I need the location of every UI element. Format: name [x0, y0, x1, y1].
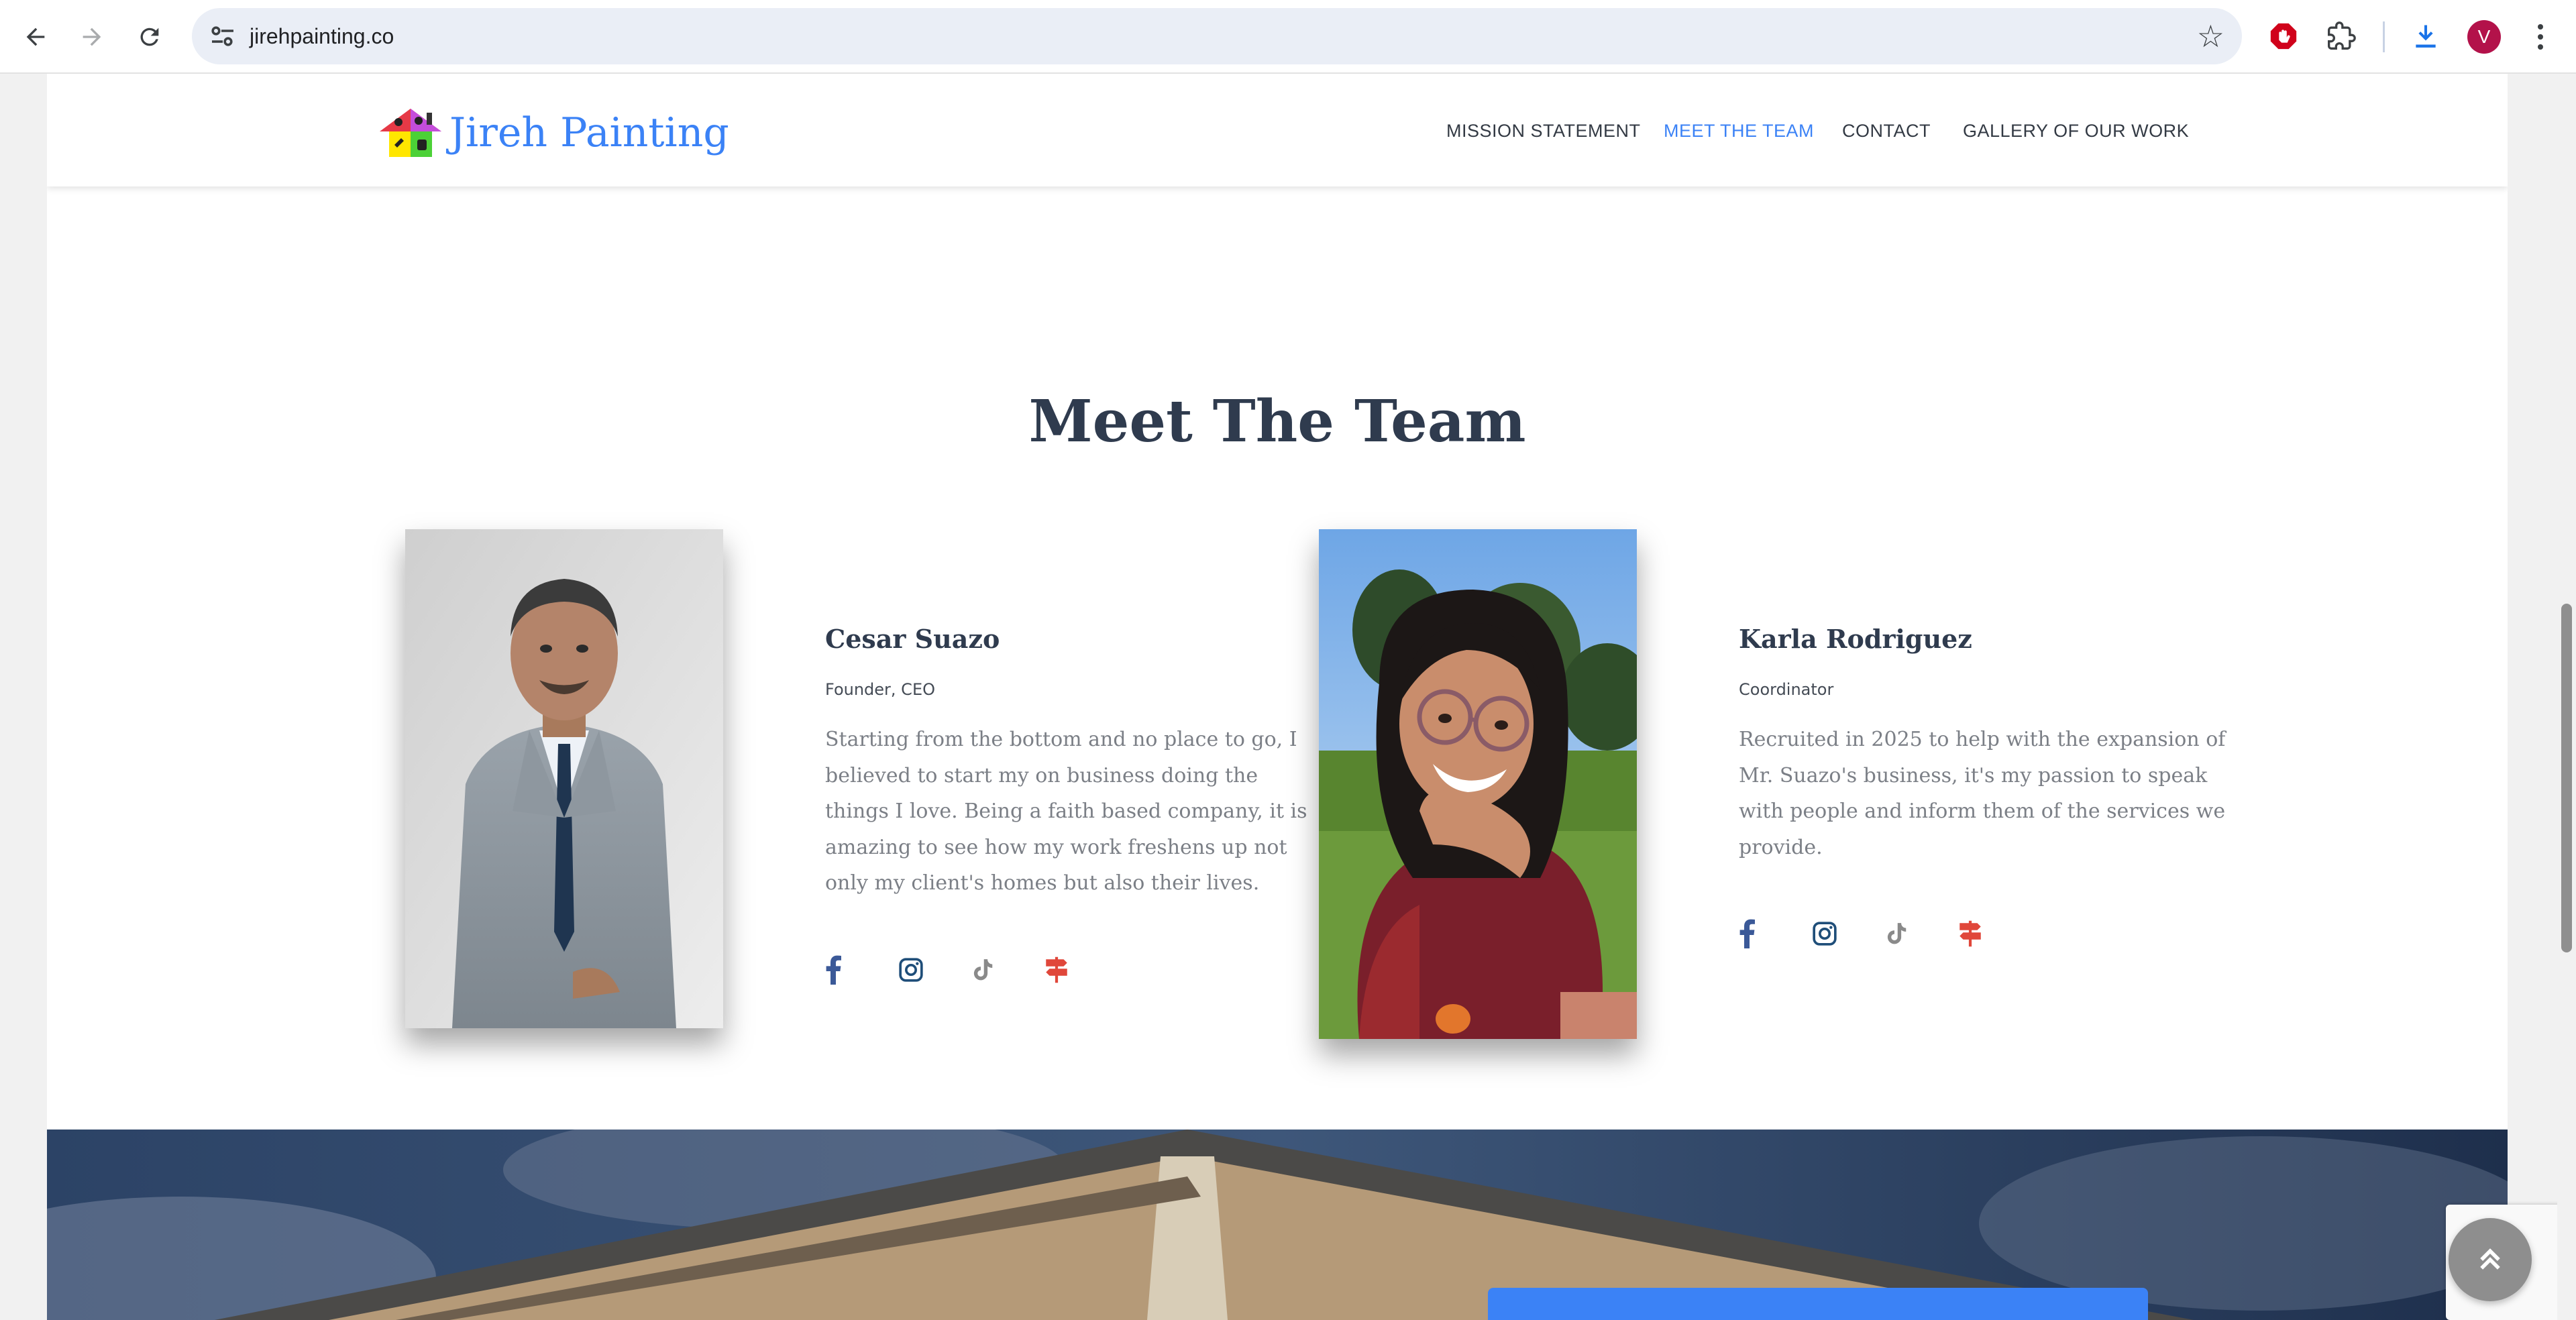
nav-mission-statement[interactable]: MISSION STATEMENT [1446, 121, 1641, 142]
member-socials [818, 950, 1108, 990]
back-button[interactable] [13, 15, 58, 59]
member-role: Founder, CEO [825, 680, 935, 699]
arrow-left-icon [26, 28, 45, 46]
adblock-icon [2270, 23, 2297, 50]
member-bio: Starting from the bottom and no place to… [825, 728, 1307, 895]
kebab-menu-icon[interactable] [2529, 15, 2552, 59]
reload-button[interactable] [127, 15, 172, 59]
double-chevron-up-icon [2480, 1248, 2500, 1270]
page-content: Jireh Painting MISSION STATEMENT MEET TH… [47, 74, 2508, 1320]
downloads-button[interactable] [2406, 16, 2446, 56]
site-header: Jireh Painting MISSION STATEMENT MEET TH… [47, 74, 2508, 186]
download-icon [2416, 25, 2436, 48]
brand-name: Jireh Painting [449, 109, 729, 156]
instagram-link[interactable] [1805, 914, 1877, 954]
directions-link[interactable] [1036, 950, 1108, 990]
portrait-image [405, 529, 723, 1028]
star-icon[interactable]: ☆ [2197, 16, 2224, 56]
url-text[interactable]: jirehpainting.co [250, 8, 394, 64]
adblock-extension-button[interactable] [2263, 16, 2304, 56]
browser-toolbar: jirehpainting.co ☆ V [0, 0, 2576, 74]
tiktok-icon [1887, 923, 1907, 944]
nav-contact[interactable]: CONTACT [1842, 121, 1931, 142]
signpost-icon [1046, 956, 1067, 983]
nav-meet-the-team[interactable]: MEET THE TEAM [1664, 121, 1814, 142]
facebook-icon [826, 955, 841, 985]
scrollbar-thumb[interactable] [2561, 604, 2572, 952]
forward-button[interactable] [70, 15, 114, 59]
puzzle-icon [2328, 21, 2356, 50]
member-photo-karla [1319, 529, 1637, 1039]
page-scrollbar[interactable] [2557, 74, 2576, 1320]
tiktok-icon [973, 959, 993, 981]
tune-icon[interactable] [207, 20, 239, 52]
instagram-icon [899, 958, 923, 982]
scroll-to-top-button[interactable] [2449, 1218, 2532, 1301]
reload-icon [140, 28, 159, 46]
nav-gallery-of-our-work[interactable]: GALLERY OF OUR WORK [1963, 121, 2189, 142]
directions-link[interactable] [1949, 914, 2022, 954]
instagram-icon [1813, 922, 1837, 946]
member-socials [1732, 914, 2022, 954]
member-role: Coordinator [1739, 680, 1834, 699]
toolbar-separator [2383, 21, 2385, 52]
extensions-button[interactable] [2321, 16, 2361, 56]
tiktok-link[interactable] [963, 950, 1036, 990]
member-name: Karla Rodriguez [1739, 624, 1972, 654]
profile-avatar[interactable]: V [2467, 20, 2501, 54]
address-bar[interactable]: jirehpainting.co ☆ [192, 8, 2242, 64]
tiktok-link[interactable] [1877, 914, 1949, 954]
arrow-right-icon [83, 28, 101, 46]
portrait-image [1319, 529, 1637, 1039]
house-logo-icon [380, 109, 441, 157]
signpost-icon [1960, 920, 1981, 947]
member-photo-cesar [405, 529, 723, 1028]
facebook-link[interactable] [1732, 914, 1805, 954]
site-logo[interactable]: Jireh Painting [378, 106, 729, 160]
member-bio: Recruited in 2025 to help with the expan… [1739, 728, 2226, 859]
facebook-link[interactable] [818, 950, 891, 990]
instagram-link[interactable] [891, 950, 963, 990]
section-title: Meet The Team [1028, 388, 1526, 455]
facebook-icon [1739, 919, 1755, 948]
member-name: Cesar Suazo [825, 624, 1000, 654]
banner-cta-panel[interactable] [1488, 1288, 2148, 1320]
